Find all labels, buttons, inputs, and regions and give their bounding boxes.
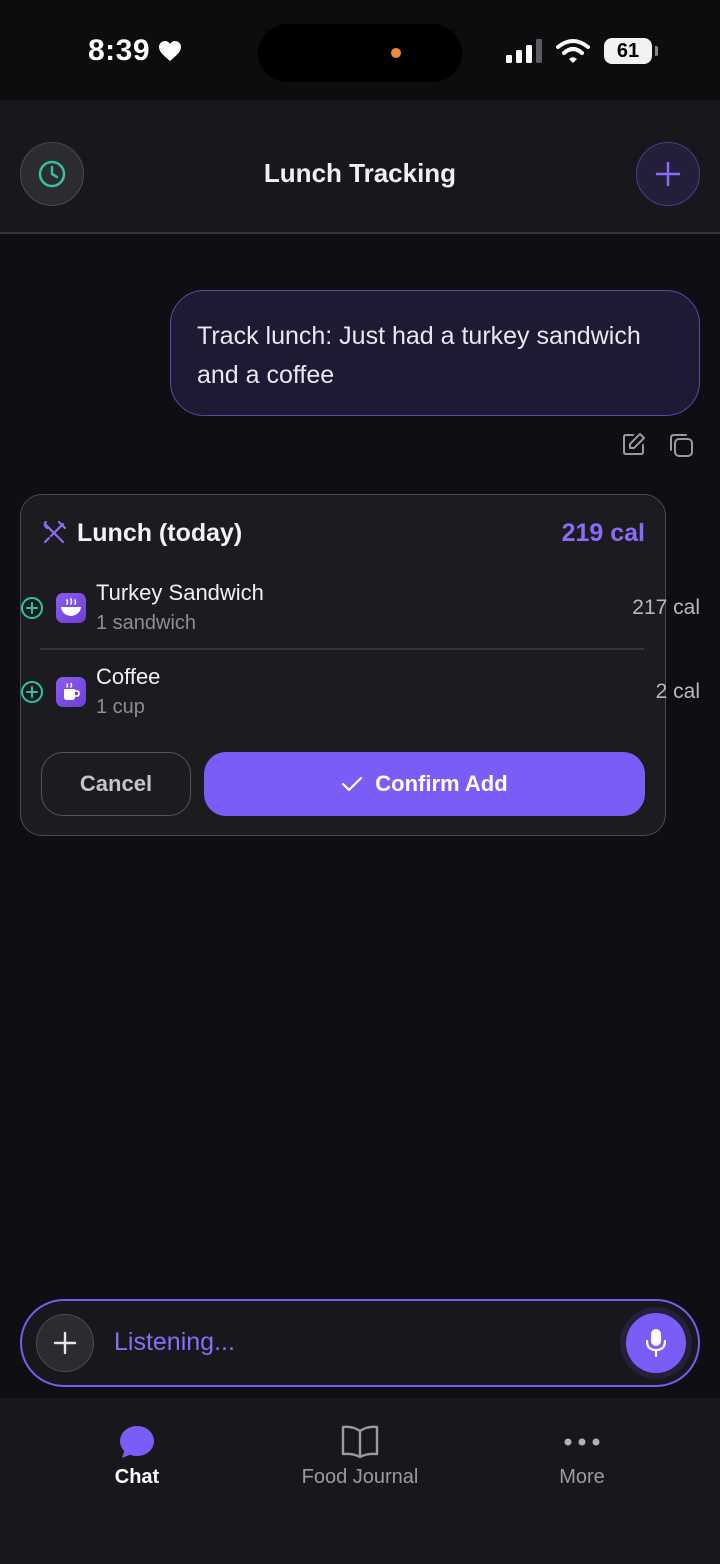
plus-icon [655, 161, 681, 187]
food-item-calories: 217 cal [632, 596, 700, 619]
new-chat-button[interactable] [636, 142, 700, 206]
cellular-signal-icon [506, 39, 542, 63]
wifi-icon [556, 39, 590, 63]
confirm-button-label: Confirm Add [375, 771, 508, 796]
food-item-calories: 2 cal [655, 680, 700, 703]
bottom-tab-bar: Chat Food Journal More [0, 1398, 720, 1564]
meal-title: Lunch (today) [77, 518, 243, 547]
food-item-row: Turkey Sandwich 1 sandwich 217 cal [20, 566, 700, 650]
user-message-text: Track lunch: Just had a turkey sandwich … [197, 322, 641, 389]
food-item-name: Turkey Sandwich [96, 580, 264, 605]
battery-level: 61 [616, 39, 640, 62]
add-circle-icon[interactable] [20, 680, 44, 704]
tab-label: Chat [114, 1466, 160, 1488]
tab-more[interactable]: More [482, 1424, 682, 1489]
chat-bubble-icon [120, 1426, 154, 1458]
status-bar: 8:39 61 [0, 0, 720, 100]
page-title: Lunch Tracking [263, 158, 457, 188]
more-dots-icon [564, 1438, 600, 1446]
dynamic-island [258, 24, 462, 82]
clock-text: 8:39 [88, 34, 151, 67]
cancel-button[interactable]: Cancel [41, 752, 191, 816]
food-item-details: Coffee 1 cup [96, 662, 656, 722]
cancel-button-label: Cancel [79, 771, 153, 796]
tab-food-journal[interactable]: Food Journal [260, 1424, 460, 1489]
heart-icon [159, 41, 182, 61]
tab-chat[interactable]: Chat [37, 1424, 237, 1489]
app-screen: 8:39 61 Lunch Tracking Track lunch: Just… [0, 0, 720, 1564]
status-time: 8:39 [88, 34, 182, 68]
open-book-icon [341, 1425, 379, 1459]
attach-button[interactable] [36, 1314, 94, 1372]
checkmark-icon [342, 776, 363, 792]
food-item-row: Coffee 1 cup 2 cal [20, 650, 700, 734]
status-indicators: 61 [506, 38, 658, 64]
meal-title-group: Lunch (today) [41, 519, 242, 548]
food-item-name: Coffee [96, 664, 161, 689]
tab-label: Food Journal [301, 1466, 419, 1488]
battery-indicator: 61 [604, 38, 658, 64]
meal-total-calories: 219 cal [561, 518, 645, 547]
meal-card-header: Lunch (today) 219 cal [41, 515, 645, 551]
food-item-quantity: 1 sandwich [96, 612, 197, 634]
microphone-button[interactable] [626, 1313, 686, 1373]
utensils-icon [43, 520, 67, 544]
coffee-cup-icon [56, 677, 86, 707]
chat-header: Lunch Tracking [0, 100, 720, 234]
listening-status-text: Listening... [114, 1328, 235, 1356]
copy-icon[interactable] [668, 432, 694, 458]
microphone-icon [645, 1329, 667, 1358]
message-actions [622, 432, 694, 458]
privacy-indicator-dot [391, 48, 401, 58]
message-input-bar[interactable]: Listening... [20, 1299, 700, 1387]
add-circle-icon[interactable] [20, 596, 44, 620]
food-item-quantity: 1 cup [96, 696, 145, 718]
user-message-bubble: Track lunch: Just had a turkey sandwich … [170, 290, 700, 416]
food-item-details: Turkey Sandwich 1 sandwich [96, 578, 632, 638]
confirm-add-button[interactable]: Confirm Add [204, 752, 645, 816]
tab-label: More [559, 1466, 605, 1488]
plus-icon [53, 1331, 77, 1355]
edit-icon[interactable] [622, 432, 646, 456]
bowl-icon [56, 593, 86, 623]
